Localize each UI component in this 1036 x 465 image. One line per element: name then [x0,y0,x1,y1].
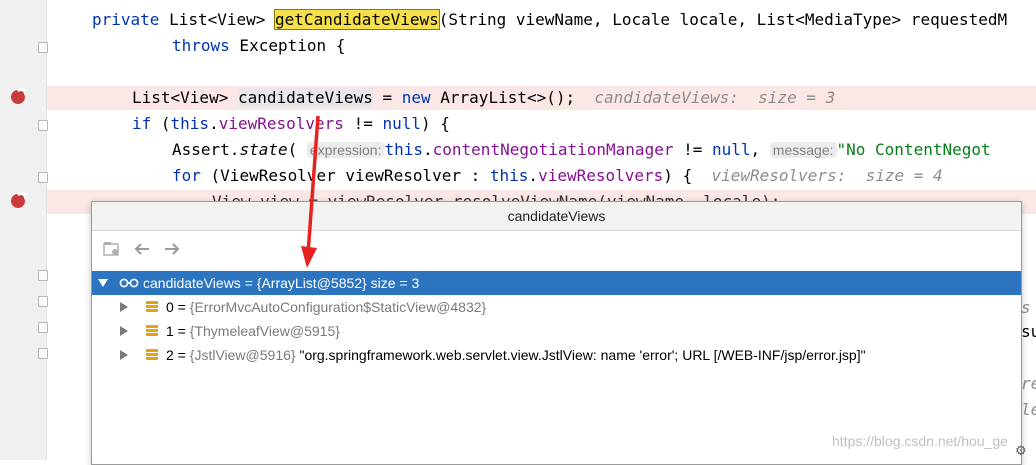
watch-glasses-icon [119,278,139,288]
keyword: if [132,114,152,133]
item-index: 0 [166,299,174,315]
fold-marker[interactable] [38,296,48,307]
object-ref: {ArrayList@5852} [256,275,367,291]
keyword: throws [172,36,230,55]
fold-marker[interactable] [38,42,48,53]
variable-inspector-popup[interactable]: candidateViews candidateViews = {ArrayLi… [91,201,1022,465]
keyword: this [170,114,210,133]
tree-item-row[interactable]: 2 = {JstlView@5916} "org.springframework… [92,343,1021,367]
code-text: , [750,140,770,159]
code-line-1[interactable]: private List<View> getCandidateViews(Str… [92,7,1007,33]
code-line-5[interactable]: Assert.state( expression: this.contentNeg… [172,137,991,163]
variable-name: candidateViews [237,88,373,107]
editor-gutter [0,0,48,460]
red-annotation-arrow [301,115,320,268]
expand-arrow-icon[interactable] [120,350,128,360]
code-fragment: re [1021,374,1036,393]
expand-arrow-icon[interactable] [98,279,108,287]
keyword: null [382,114,421,133]
forward-arrow-icon[interactable] [162,241,182,257]
object-ref: {JstlView@5916} [189,347,296,363]
code-text: = [372,88,402,107]
field-name: viewResolvers [538,166,664,185]
tree-root-row[interactable]: candidateViews = {ArrayList@5852} size =… [92,271,1021,295]
keyword: this [384,140,423,159]
tree-item-row[interactable]: 0 = {ErrorMvcAutoConfiguration$StaticVie… [92,295,1021,319]
breakpoint-icon[interactable] [11,90,25,104]
item-label: 0 = {ErrorMvcAutoConfiguration$StaticVie… [166,295,486,319]
keyword: private [92,10,160,29]
equals-sign: = [173,299,190,315]
code-text: ( [151,114,171,133]
watermark: https://blog.csdn.net/hou_ge [832,433,1008,449]
item-label: 1 = {ThymeleafView@5915} [166,319,340,343]
code-text: List<View> [159,10,276,29]
item-label: 2 = {JstlView@5916} "org.springframework… [166,343,866,367]
keyword: for [172,166,201,185]
keyword: new [401,88,431,107]
popup-title: candidateViews [92,202,1021,231]
code-text: ArrayList<>(); [430,88,576,107]
string-literal: "No ContentNegot [836,140,991,159]
code-text: List<View> [132,88,238,107]
item-index: 2 [166,347,174,363]
fold-marker[interactable] [38,120,48,131]
method-name: state [239,140,288,159]
expand-arrow-icon[interactable] [120,326,128,336]
equals-sign: = [240,275,257,291]
code-fragment: su [1021,322,1036,341]
root-label: candidateViews = {ArrayList@5852} size =… [143,271,419,295]
fold-marker[interactable] [38,270,48,281]
code-text: . [423,140,433,159]
inline-debug-value: candidateViews: size = 3 [594,88,836,107]
keyword: null [712,140,751,159]
code-text: ) { [663,166,693,185]
array-element-icon [146,301,158,313]
code-line-4[interactable]: if (this.viewResolvers != null) { [132,111,450,137]
code-text: ) { [421,114,450,133]
code-text: Exception { [229,36,346,55]
code-text: . [209,114,219,133]
code-text: != [673,140,712,159]
array-element-icon [146,325,158,337]
code-line-6[interactable]: for (ViewResolver viewResolver : this.vi… [172,163,943,189]
array-element-icon [146,349,158,361]
item-index: 1 [166,323,174,339]
gear-icon[interactable]: ⚙ [1016,440,1026,459]
popup-toolbar [92,231,1021,267]
field-name: contentNegotiationManager [432,140,674,159]
parameter-hint: message: [769,142,837,158]
code-text: (String viewName, Locale locale, List<Me… [438,10,1008,29]
breakpoint-icon[interactable] [11,194,25,208]
method-name: getCandidateViews [274,9,440,30]
tree-item-row[interactable]: 1 = {ThymeleafView@5915} [92,319,1021,343]
back-arrow-icon[interactable] [132,241,152,257]
variable-name: candidateViews [143,275,241,291]
code-text: (ViewResolver viewResolver : [200,166,490,185]
code-line-3[interactable]: List<View> candidateViews = new ArrayLis… [132,85,835,111]
fold-marker[interactable] [38,172,48,183]
code-text: != [343,114,383,133]
equals-sign: = [173,323,190,339]
inline-debug-value: viewResolvers: size = 4 [711,166,943,185]
code-fragment: le [1021,400,1036,419]
object-ref: {ThymeleafView@5915} [189,323,340,339]
code-text: . [528,166,539,185]
object-ref: {ErrorMvcAutoConfiguration$StaticView@48… [189,299,487,315]
keyword: this [489,166,529,185]
fold-marker[interactable] [38,348,48,359]
watch-icon[interactable] [102,240,122,258]
equals-sign: = [173,347,190,363]
code-fragment: s [1021,298,1031,317]
item-value: "org.springframework.web.servlet.view.Js… [295,347,866,363]
code-line-2[interactable]: throws Exception { [172,33,345,59]
fold-marker[interactable] [38,322,48,333]
code-text: Assert. [172,140,240,159]
expand-arrow-icon[interactable] [120,302,128,312]
size-label: size = 3 [366,275,420,291]
